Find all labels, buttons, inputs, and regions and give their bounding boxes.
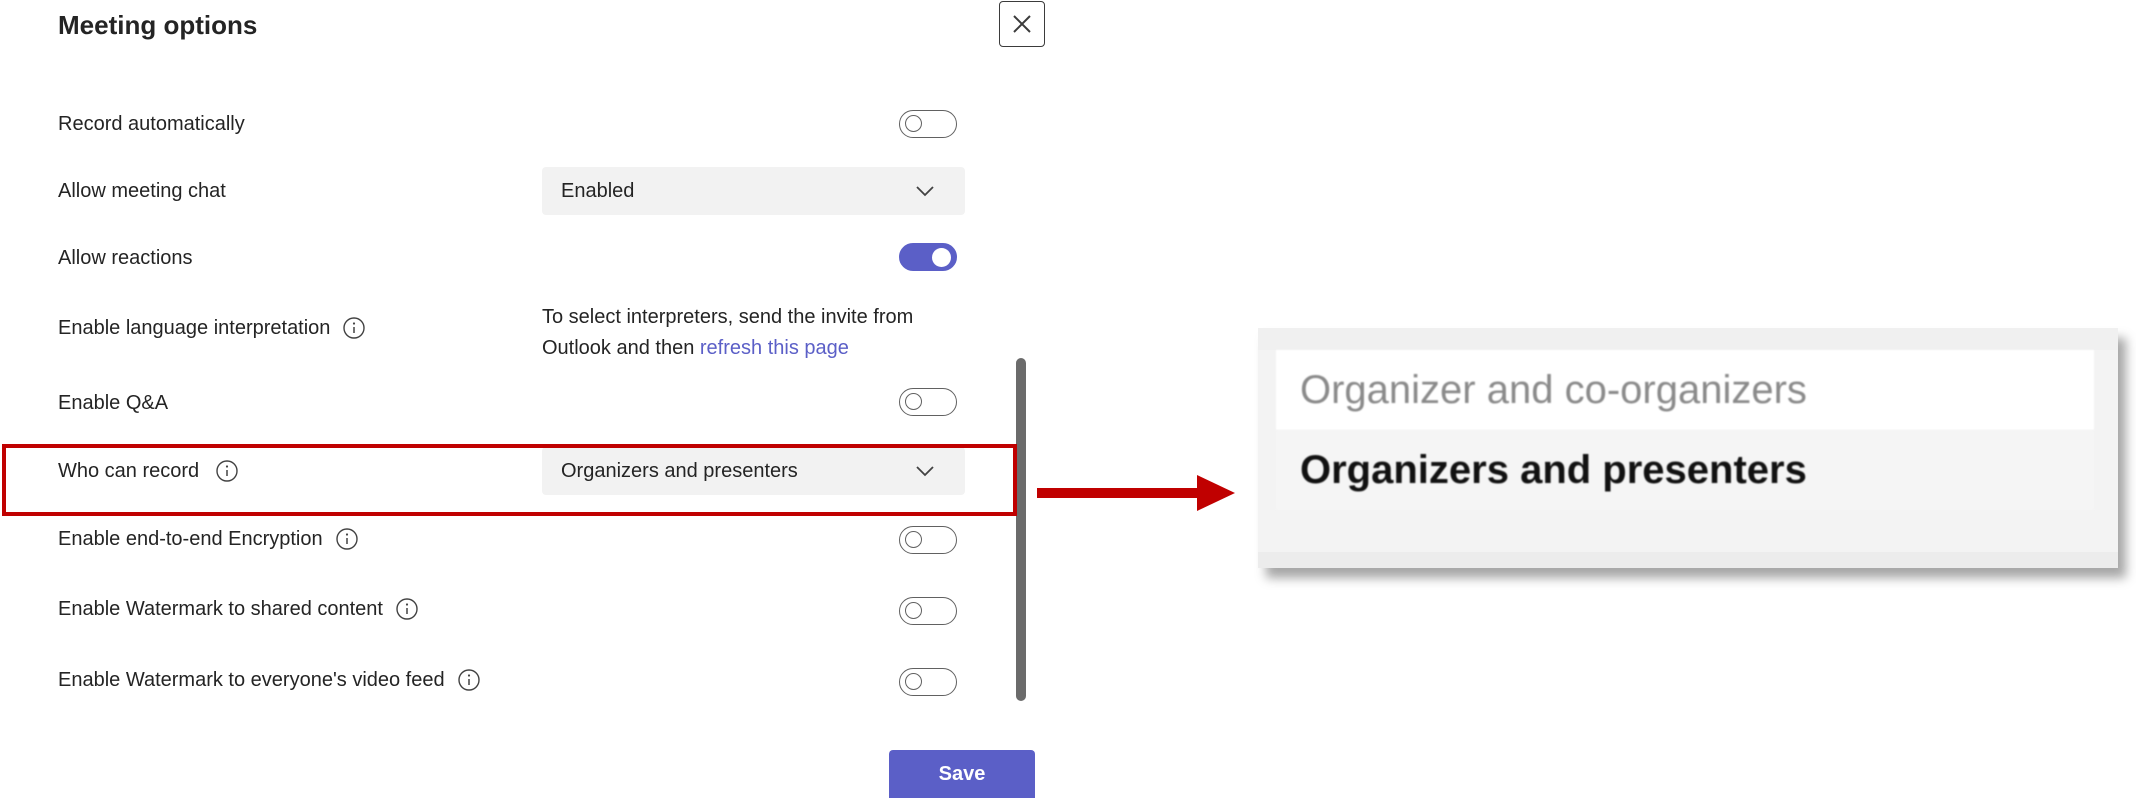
refresh-page-link[interactable]: refresh this page [700, 337, 849, 359]
toggle-knob [905, 393, 922, 410]
toggle-knob [905, 115, 922, 132]
enable-qa-label: Enable Q&A [58, 392, 169, 414]
allow-reactions-label: Allow reactions [58, 247, 193, 269]
record-automatically-toggle[interactable] [899, 110, 957, 138]
end-to-end-encryption-label: Enable end-to-end Encryption [58, 526, 359, 552]
save-button[interactable]: Save [889, 750, 1035, 798]
toggle-knob [905, 673, 922, 690]
record-automatically-label: Record automatically [58, 113, 245, 135]
arrow-right-icon [1037, 475, 1235, 511]
option-organizer-and-co-organizers[interactable]: Organizer and co-organizers [1276, 350, 2094, 430]
option-organizers-and-presenters[interactable]: Organizers and presenters [1276, 430, 2094, 510]
scrollbar-thumb[interactable] [1016, 358, 1026, 701]
toggle-knob [905, 531, 922, 548]
info-icon[interactable] [457, 668, 481, 692]
close-icon [1013, 15, 1031, 33]
panel-bottom-strip [1258, 552, 2118, 568]
watermark-shared-content-label: Enable Watermark to shared content [58, 596, 419, 622]
enable-qa-toggle[interactable] [899, 388, 957, 416]
end-to-end-encryption-toggle[interactable] [899, 526, 957, 554]
allow-meeting-chat-label: Allow meeting chat [58, 180, 226, 202]
info-icon[interactable] [395, 597, 419, 621]
chevron-down-icon [916, 186, 934, 197]
dialog-title: Meeting options [58, 10, 258, 40]
watermark-video-feed-label: Enable Watermark to everyone's video fee… [58, 667, 481, 693]
toggle-knob [905, 602, 922, 619]
highlight-box [2, 444, 1017, 516]
info-icon[interactable] [342, 316, 366, 340]
meeting-chat-dropdown[interactable]: Enabled [542, 167, 965, 215]
language-interpretation-label: Enable language interpretation [58, 315, 366, 341]
close-button[interactable] [999, 1, 1045, 47]
meeting-chat-value: Enabled [561, 179, 635, 202]
toggle-knob [932, 248, 951, 267]
interpretation-note: To select interpreters, send the invite … [542, 306, 914, 359]
watermark-shared-content-toggle[interactable] [899, 597, 957, 625]
panel-top-strip [1258, 328, 2118, 350]
allow-reactions-toggle[interactable] [899, 243, 957, 271]
zoomed-dropdown-panel: Organizer and co-organizers Organizers a… [1258, 328, 2118, 568]
watermark-video-feed-toggle[interactable] [899, 668, 957, 696]
info-icon[interactable] [335, 527, 359, 551]
